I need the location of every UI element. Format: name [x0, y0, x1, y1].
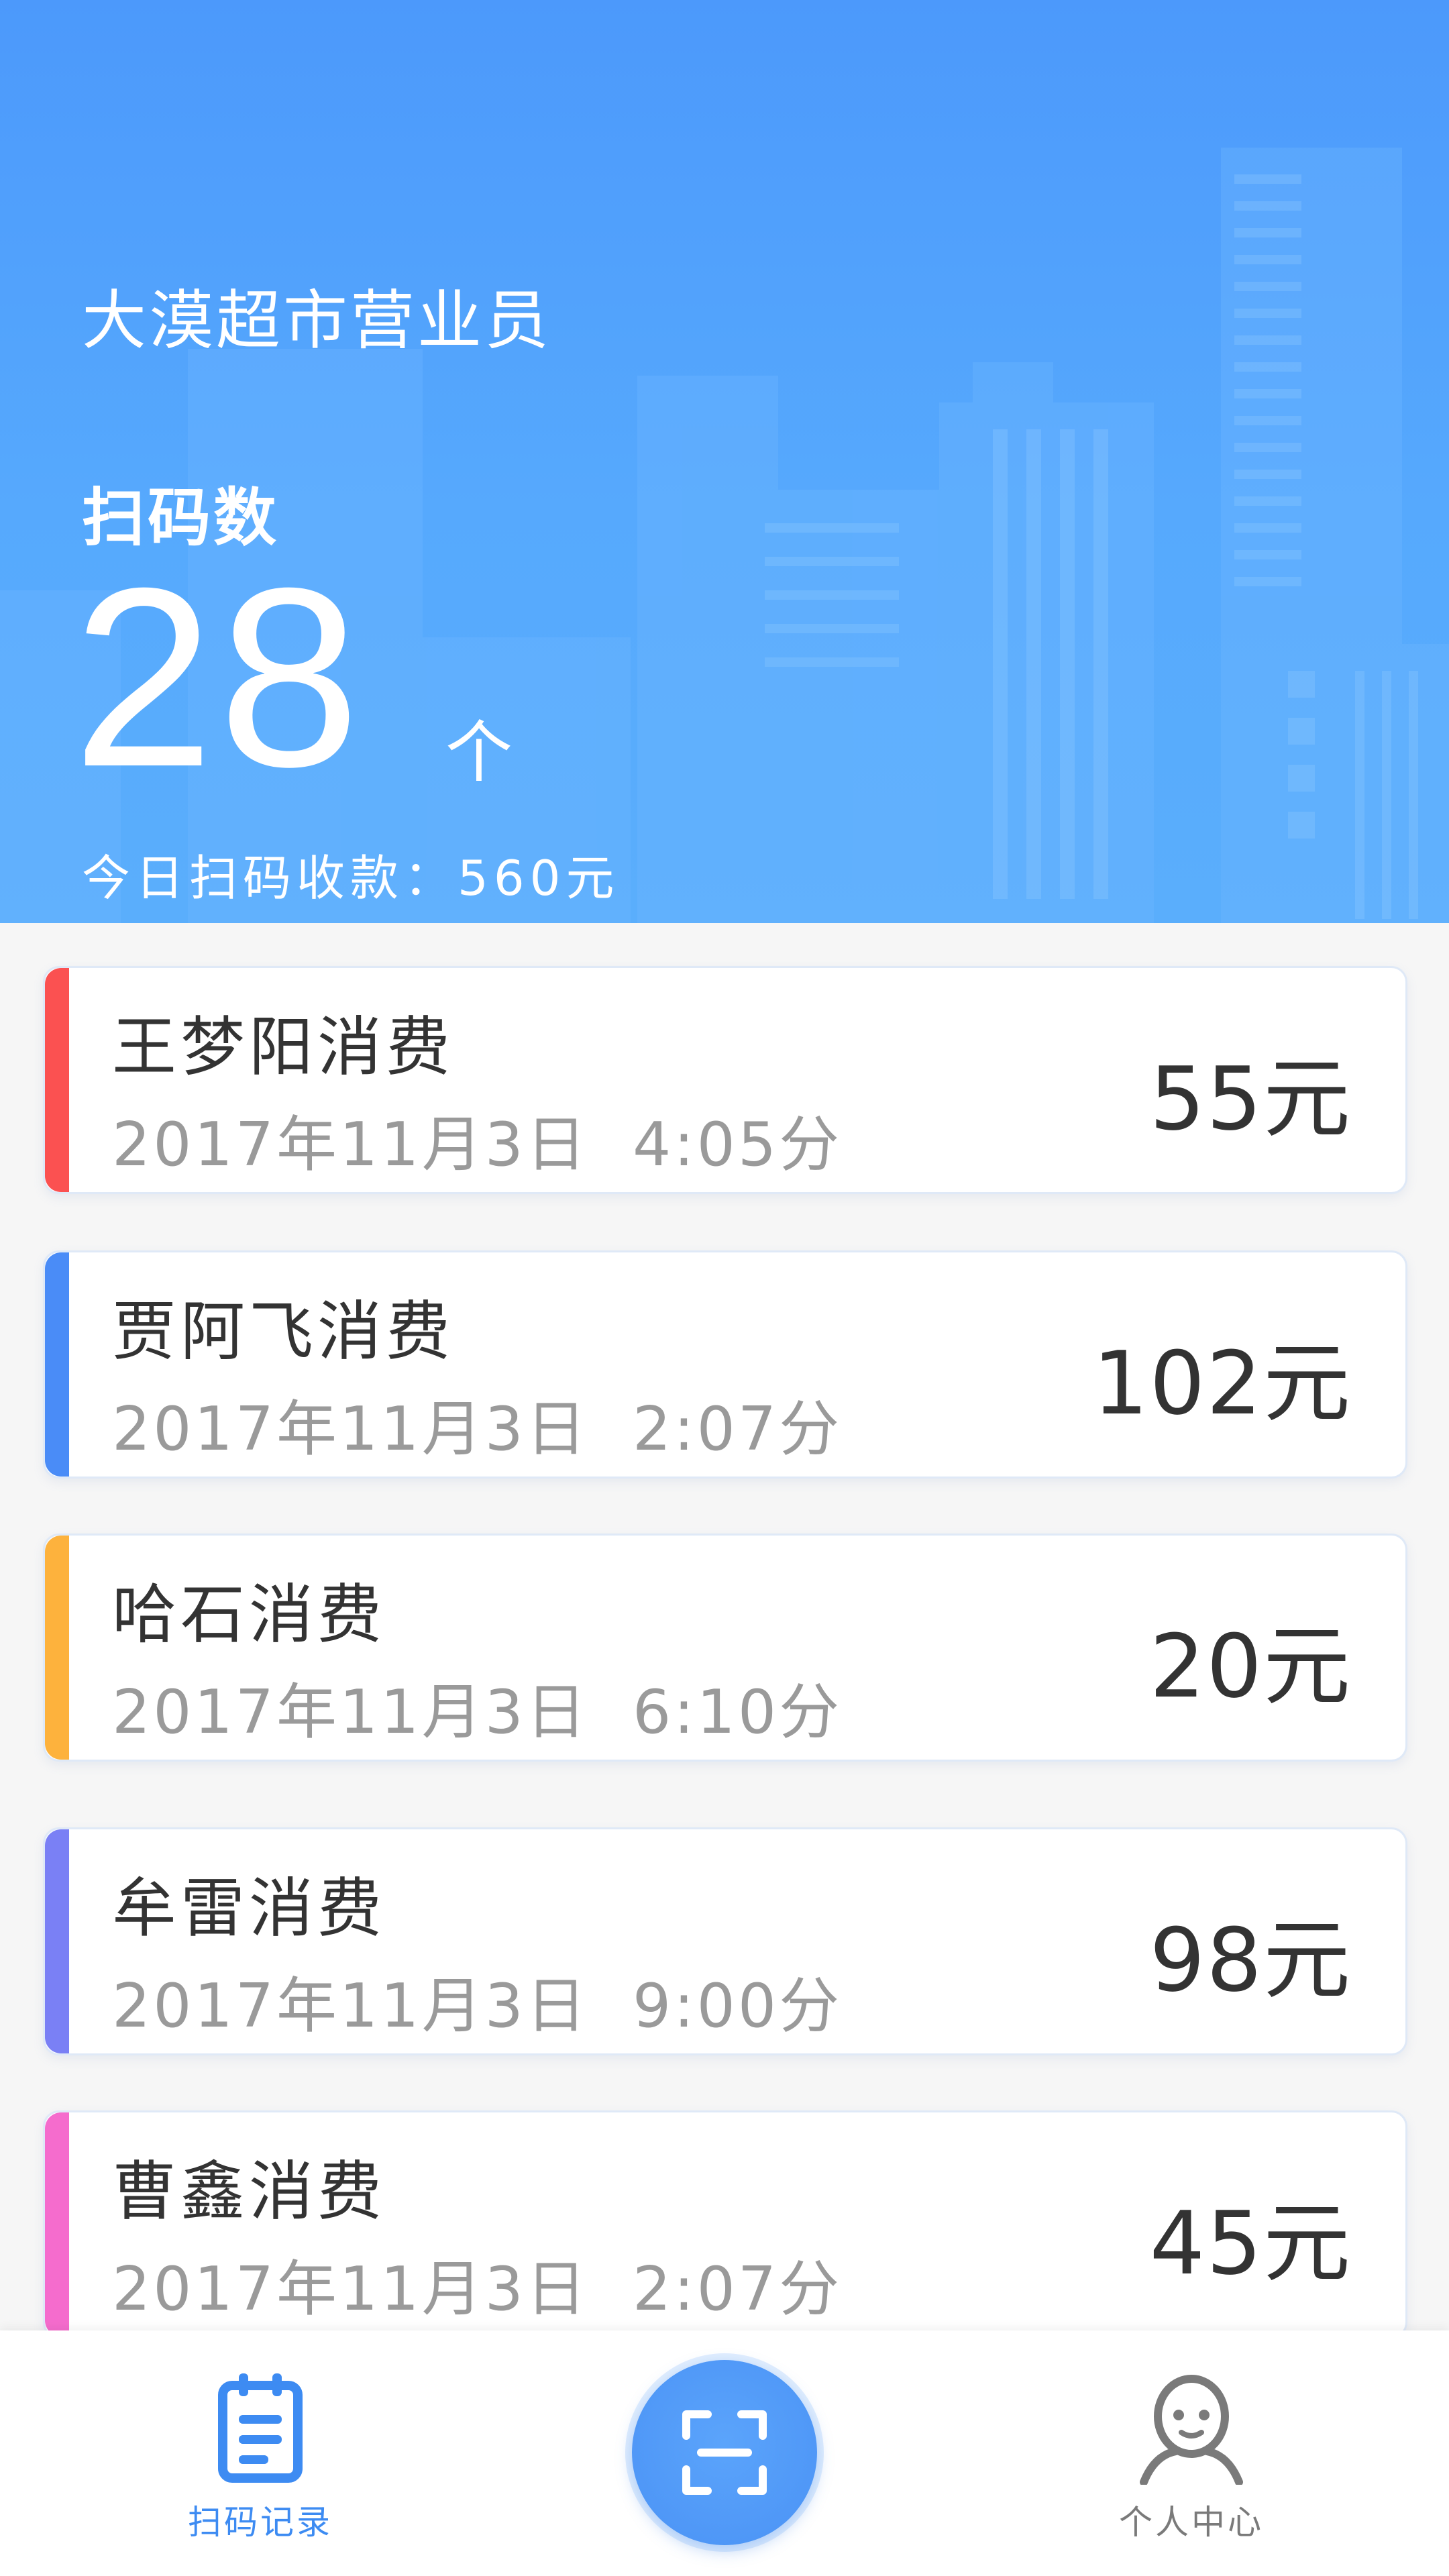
scan-icon: [682, 2410, 767, 2495]
notebook-icon: [218, 2373, 303, 2483]
scan-count-value: 28: [72, 535, 364, 820]
today-income: 今日扫码收款：560元: [82, 839, 619, 909]
today-income-value: 560元: [458, 850, 620, 906]
record-time: 2017年11月3日 6:10分: [112, 1677, 843, 1748]
record-item[interactable]: 哈石消费 2017年11月3日 6:10分 20元: [43, 1534, 1407, 1762]
record-title: 王梦阳消费: [112, 1010, 454, 1085]
record-amount: 45元: [1149, 2192, 1352, 2294]
shop-name: 大漠超市营业员: [82, 283, 551, 358]
scan-count-unit: 个: [445, 713, 513, 792]
record-accent-bar: [45, 1536, 69, 1760]
record-accent-bar: [45, 2112, 69, 2337]
tab-scan-records[interactable]: 扫码记录: [126, 2371, 394, 2572]
record-time: 2017年11月3日 2:07分: [112, 1394, 843, 1464]
record-accent-bar: [45, 1252, 69, 1477]
record-title: 曹鑫消费: [112, 2154, 386, 2229]
today-income-label: 今日扫码收款：: [82, 850, 458, 906]
record-time: 2017年11月3日 2:07分: [112, 2254, 843, 2324]
record-item[interactable]: 牟雷消费 2017年11月3日 9:00分 98元: [43, 1827, 1407, 2055]
record-accent-bar: [45, 968, 69, 1192]
tab-scan-records-label: 扫码记录: [188, 2503, 333, 2542]
tab-profile-label: 个人中心: [1119, 2503, 1264, 2542]
record-amount: 20元: [1149, 1615, 1352, 1717]
record-title: 哈石消费: [112, 1577, 386, 1652]
record-amount: 98元: [1149, 1909, 1352, 2011]
tab-profile[interactable]: 个人中心: [1057, 2371, 1326, 2572]
record-time: 2017年11月3日 4:05分: [112, 1110, 843, 1180]
record-item[interactable]: 王梦阳消费 2017年11月3日 4:05分 55元: [43, 966, 1407, 1194]
record-item[interactable]: 贾阿飞消费 2017年11月3日 2:07分 102元: [43, 1250, 1407, 1479]
scan-button[interactable]: [632, 2360, 817, 2545]
person-icon: [1140, 2375, 1243, 2485]
record-title: 牟雷消费: [112, 1871, 386, 1946]
record-title: 贾阿飞消费: [112, 1294, 454, 1369]
record-item[interactable]: 曹鑫消费 2017年11月3日 2:07分 45元: [43, 2110, 1407, 2339]
record-time: 2017年11月3日 9:00分: [112, 1971, 843, 2041]
record-accent-bar: [45, 1829, 69, 2053]
record-amount: 55元: [1149, 1048, 1352, 1150]
header-banner: 大漠超市营业员 扫码数 28 个 今日扫码收款：560元: [0, 0, 1449, 923]
record-amount: 102元: [1092, 1332, 1352, 1434]
